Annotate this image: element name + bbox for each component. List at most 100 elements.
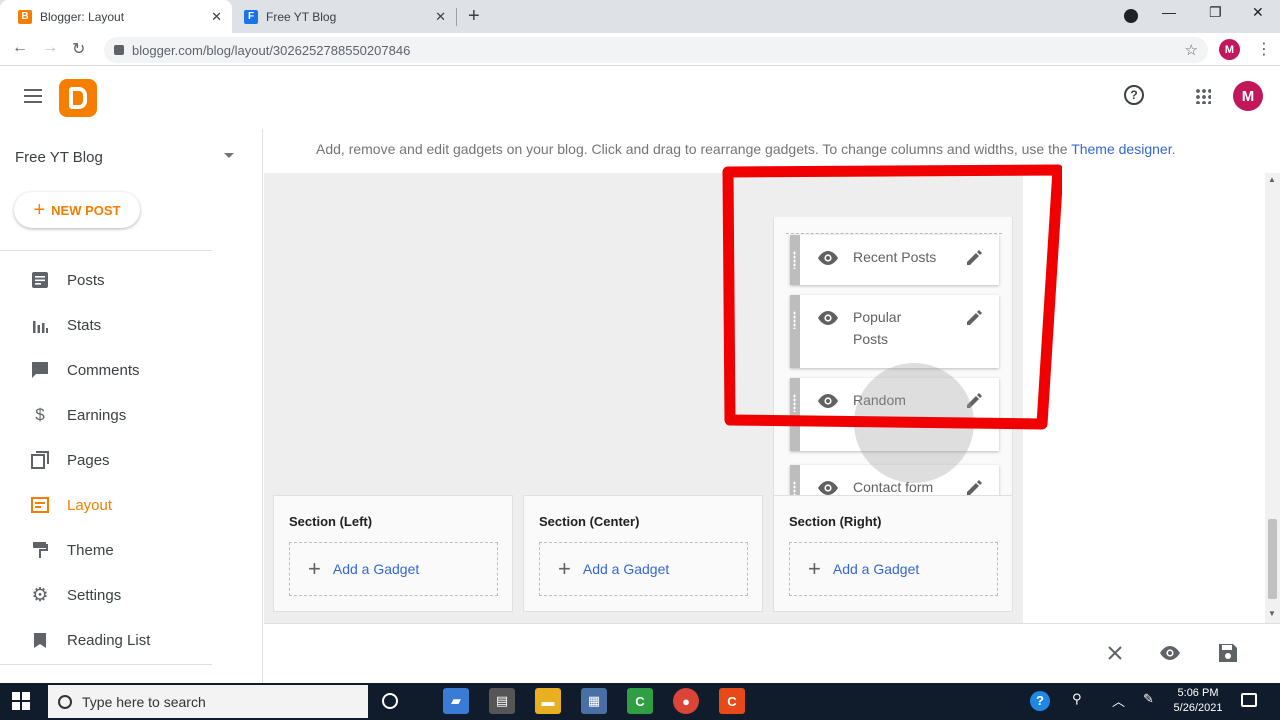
sidebar-item-label: Settings	[67, 586, 122, 604]
address-toolbar: ← → ↻ blogger.com/blog/layout/3026252788…	[0, 33, 1280, 66]
gadget-recent-posts[interactable]: Recent Posts	[790, 235, 999, 285]
save-icon[interactable]	[1217, 642, 1239, 664]
eye-icon[interactable]	[817, 481, 839, 495]
new-tab-button[interactable]: +	[468, 5, 480, 28]
maximize-button[interactable]: ❐	[1209, 4, 1222, 21]
url-text: blogger.com/blog/layout/3026252788550207…	[132, 42, 411, 58]
pencil-icon[interactable]	[965, 249, 983, 267]
theme-designer-link[interactable]: Theme designer	[1071, 141, 1171, 157]
add-gadget-button[interactable]: + Add a Gadget	[539, 542, 748, 596]
taskbar-clock[interactable]: 5:06 PM 5/26/2021	[1168, 686, 1228, 716]
pen-icon[interactable]: ✎	[1143, 691, 1154, 707]
drag-handle[interactable]	[793, 311, 796, 329]
sidebar-item-posts[interactable]: Posts	[30, 268, 105, 292]
layout-editor: Add, remove and edit gadgets on your blo…	[264, 129, 1280, 683]
file-explorer-icon[interactable]: ▬	[535, 688, 561, 714]
reload-icon[interactable]: ↻	[72, 39, 85, 59]
sidebar-item-reading-list[interactable]: Reading List	[30, 628, 150, 652]
task-view-icon[interactable]	[382, 693, 398, 709]
layout-icon	[30, 495, 50, 515]
drag-handle[interactable]	[793, 251, 796, 269]
drop-zone-line	[786, 233, 1002, 234]
windows-start-icon[interactable]	[12, 692, 30, 710]
hamburger-menu-icon[interactable]	[24, 89, 42, 103]
sidebar-item-label: Reading List	[67, 631, 151, 649]
scroll-down-icon[interactable]: ▼	[1268, 609, 1276, 618]
app-icon-1[interactable]: ▰	[443, 688, 469, 714]
plus-icon: +	[308, 556, 321, 581]
sidebar-item-label: Earnings	[67, 406, 127, 424]
browser-profile-avatar[interactable]: M	[1219, 39, 1240, 60]
sidebar-item-settings[interactable]: ⚙ Settings	[30, 583, 121, 607]
drag-handle[interactable]	[793, 394, 796, 412]
apps-grid-icon[interactable]	[1195, 88, 1211, 104]
new-post-label: NEW POST	[51, 202, 121, 218]
forward-arrow-icon[interactable]: →	[42, 39, 58, 57]
chrome-icon[interactable]: ●	[673, 688, 699, 714]
section-left: Section (Left) + Add a Gadget	[273, 495, 513, 612]
scroll-up-icon[interactable]: ▲	[1268, 175, 1276, 184]
eye-icon[interactable]	[817, 311, 839, 325]
dollar-icon: $	[35, 405, 45, 424]
gadget-popular-posts[interactable]: Popular Posts	[790, 295, 999, 368]
help-icon[interactable]: ?	[1124, 85, 1144, 105]
chevron-down-icon[interactable]	[224, 153, 234, 158]
camtasia-orange-icon[interactable]: C	[719, 688, 745, 714]
add-gadget-button[interactable]: + Add a Gadget	[289, 542, 498, 596]
tab-free-yt-blog[interactable]: F Free YT Blog ✕	[234, 0, 456, 33]
pencil-icon[interactable]	[965, 309, 983, 327]
preview-eye-icon[interactable]	[1159, 642, 1181, 664]
close-icon[interactable]	[1104, 642, 1126, 664]
windows-taskbar: Type here to search ▰ ▤ ▬ ▦ C ● C ? ⚲ ︿ …	[0, 683, 1280, 720]
sidebar-item-label: Stats	[67, 316, 102, 334]
vertical-scrollbar[interactable]: ▲ ▼	[1265, 173, 1280, 623]
notification-icon[interactable]	[1241, 693, 1257, 707]
pages-icon	[30, 450, 50, 470]
scrollbar-thumb[interactable]	[1268, 519, 1277, 599]
sidebar-item-comments[interactable]: Comments	[30, 358, 140, 382]
account-avatar[interactable]: M	[1233, 81, 1263, 111]
camtasia-green-icon[interactable]: C	[627, 688, 653, 714]
eye-icon[interactable]	[817, 394, 839, 408]
bookmark-star-icon[interactable]: ☆	[1185, 41, 1198, 59]
tab-separator	[456, 8, 457, 26]
back-arrow-icon[interactable]: ←	[12, 39, 28, 57]
gear-icon: ⚙	[31, 584, 49, 606]
close-tab-icon[interactable]: ✕	[211, 9, 222, 25]
new-post-button[interactable]: + NEW POST	[14, 192, 140, 228]
close-window-button[interactable]: ✕	[1252, 4, 1264, 21]
add-gadget-button[interactable]: + Add a Gadget	[789, 542, 998, 596]
minimize-button[interactable]: —	[1162, 4, 1176, 20]
browser-menu-icon[interactable]: ⋮	[1256, 39, 1272, 59]
divider	[0, 250, 212, 251]
sidebar-item-earnings[interactable]: $ Earnings	[30, 403, 126, 427]
instructions-text: Add, remove and edit gadgets on your blo…	[316, 141, 1072, 157]
omnibox[interactable]: blogger.com/blog/layout/3026252788550207…	[104, 37, 1208, 63]
sidebar-item-theme[interactable]: Theme	[30, 538, 114, 562]
eye-icon[interactable]	[817, 251, 839, 265]
app-header: ? M	[0, 67, 1280, 129]
sidebar-item-label: Pages	[67, 451, 110, 469]
close-tab-icon[interactable]: ✕	[435, 9, 446, 25]
section-center: Section (Center) + Add a Gadget	[523, 495, 763, 612]
taskbar-search-box[interactable]: Type here to search	[48, 685, 368, 718]
tab-blogger-layout[interactable]: B Blogger: Layout ✕	[0, 0, 232, 33]
people-icon[interactable]: ⚲	[1072, 691, 1082, 707]
blogger-logo[interactable]	[59, 79, 97, 117]
app-icon-2[interactable]: ▤	[489, 688, 515, 714]
help-tray-icon[interactable]: ?	[1030, 691, 1050, 711]
plus-icon: +	[808, 556, 821, 581]
posts-icon	[30, 270, 50, 290]
bookmark-icon	[30, 630, 50, 650]
blog-selector[interactable]: Free YT Blog	[15, 149, 103, 166]
tab-search-icon[interactable]	[1124, 9, 1138, 23]
add-gadget-label: Add a Gadget	[582, 561, 670, 577]
sidebar-item-label: Posts	[67, 271, 105, 289]
search-icon	[58, 694, 72, 709]
app-icon-4[interactable]: ▦	[581, 688, 607, 714]
comments-icon	[30, 360, 50, 380]
sidebar-item-stats[interactable]: Stats	[30, 313, 101, 337]
sidebar-item-pages[interactable]: Pages	[30, 448, 110, 472]
sidebar-item-layout[interactable]: Layout	[30, 493, 112, 517]
tray-chevron-up-icon[interactable]: ︿	[1112, 691, 1125, 710]
